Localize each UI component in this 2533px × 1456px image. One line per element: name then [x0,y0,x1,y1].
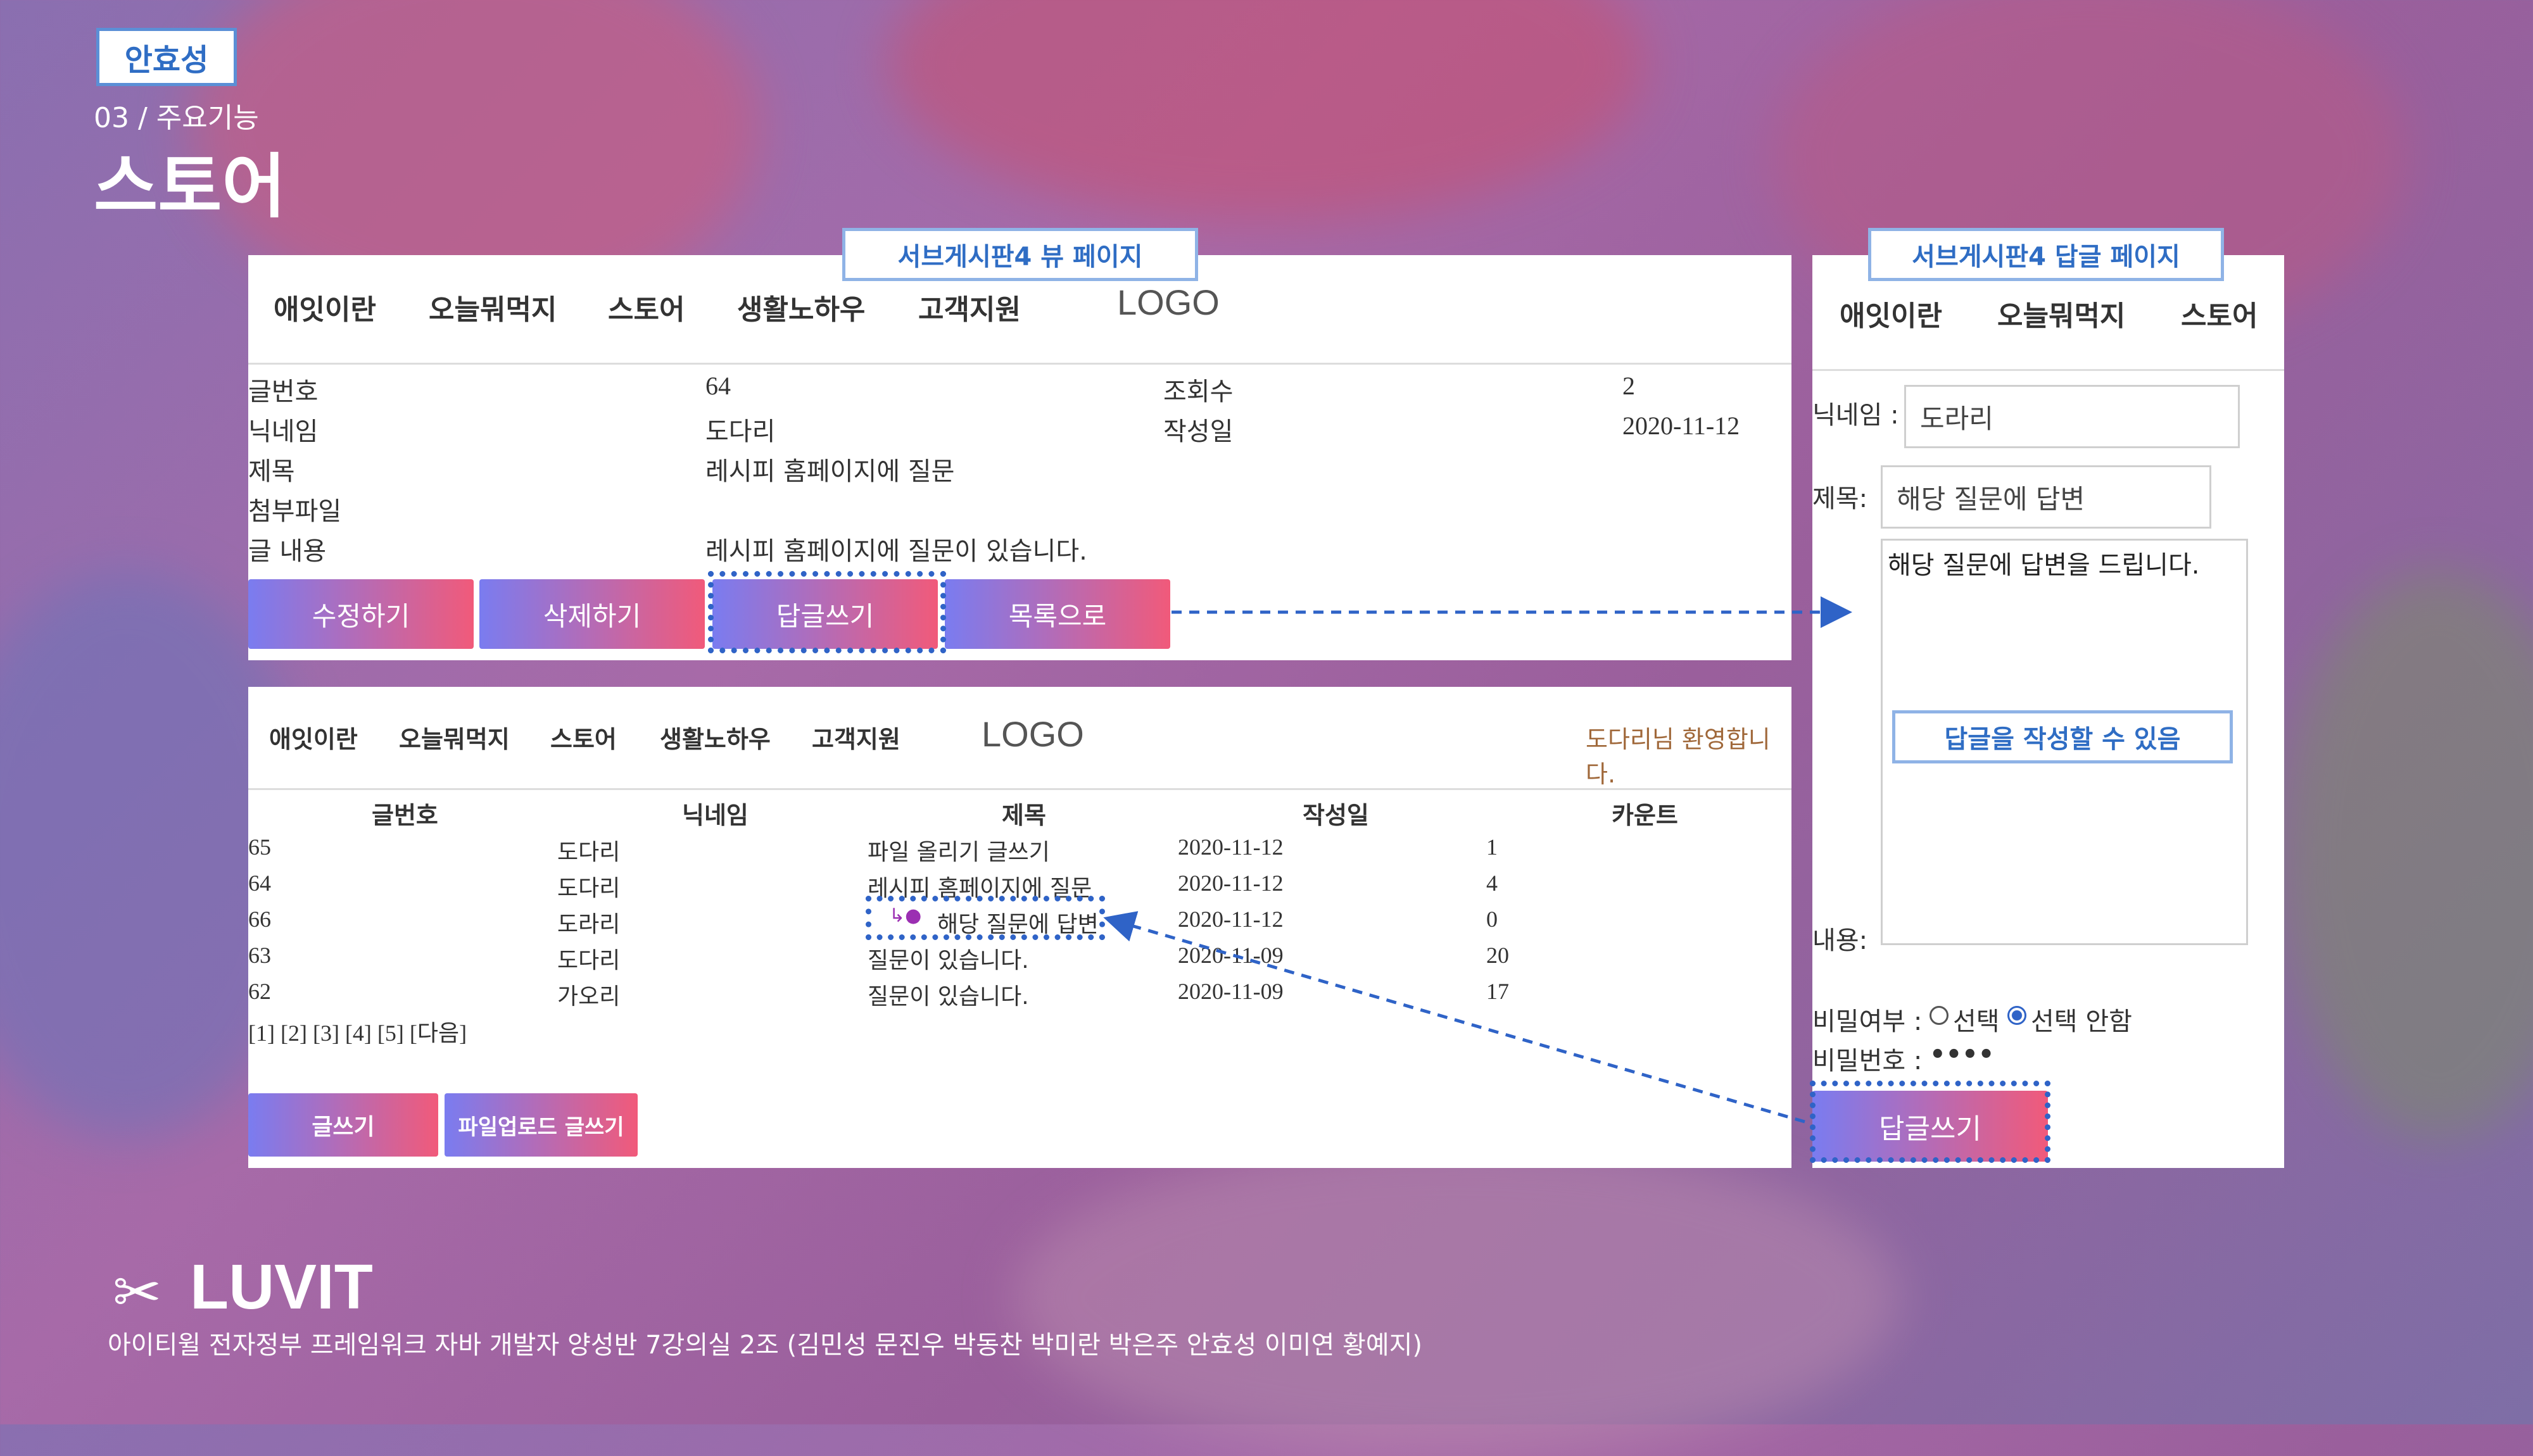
flow-arrows [1103,596,1852,1124]
footer-credits: 아이티윌 전자정부 프레임워크 자바 개발자 양성반 7강의실 2조 (김민성 … [108,1331,1423,1360]
arrow-submit-to-list [1103,911,1805,1124]
brand-logo: LUVIT [190,1252,373,1322]
brand-icon: ✂ [113,1258,162,1326]
